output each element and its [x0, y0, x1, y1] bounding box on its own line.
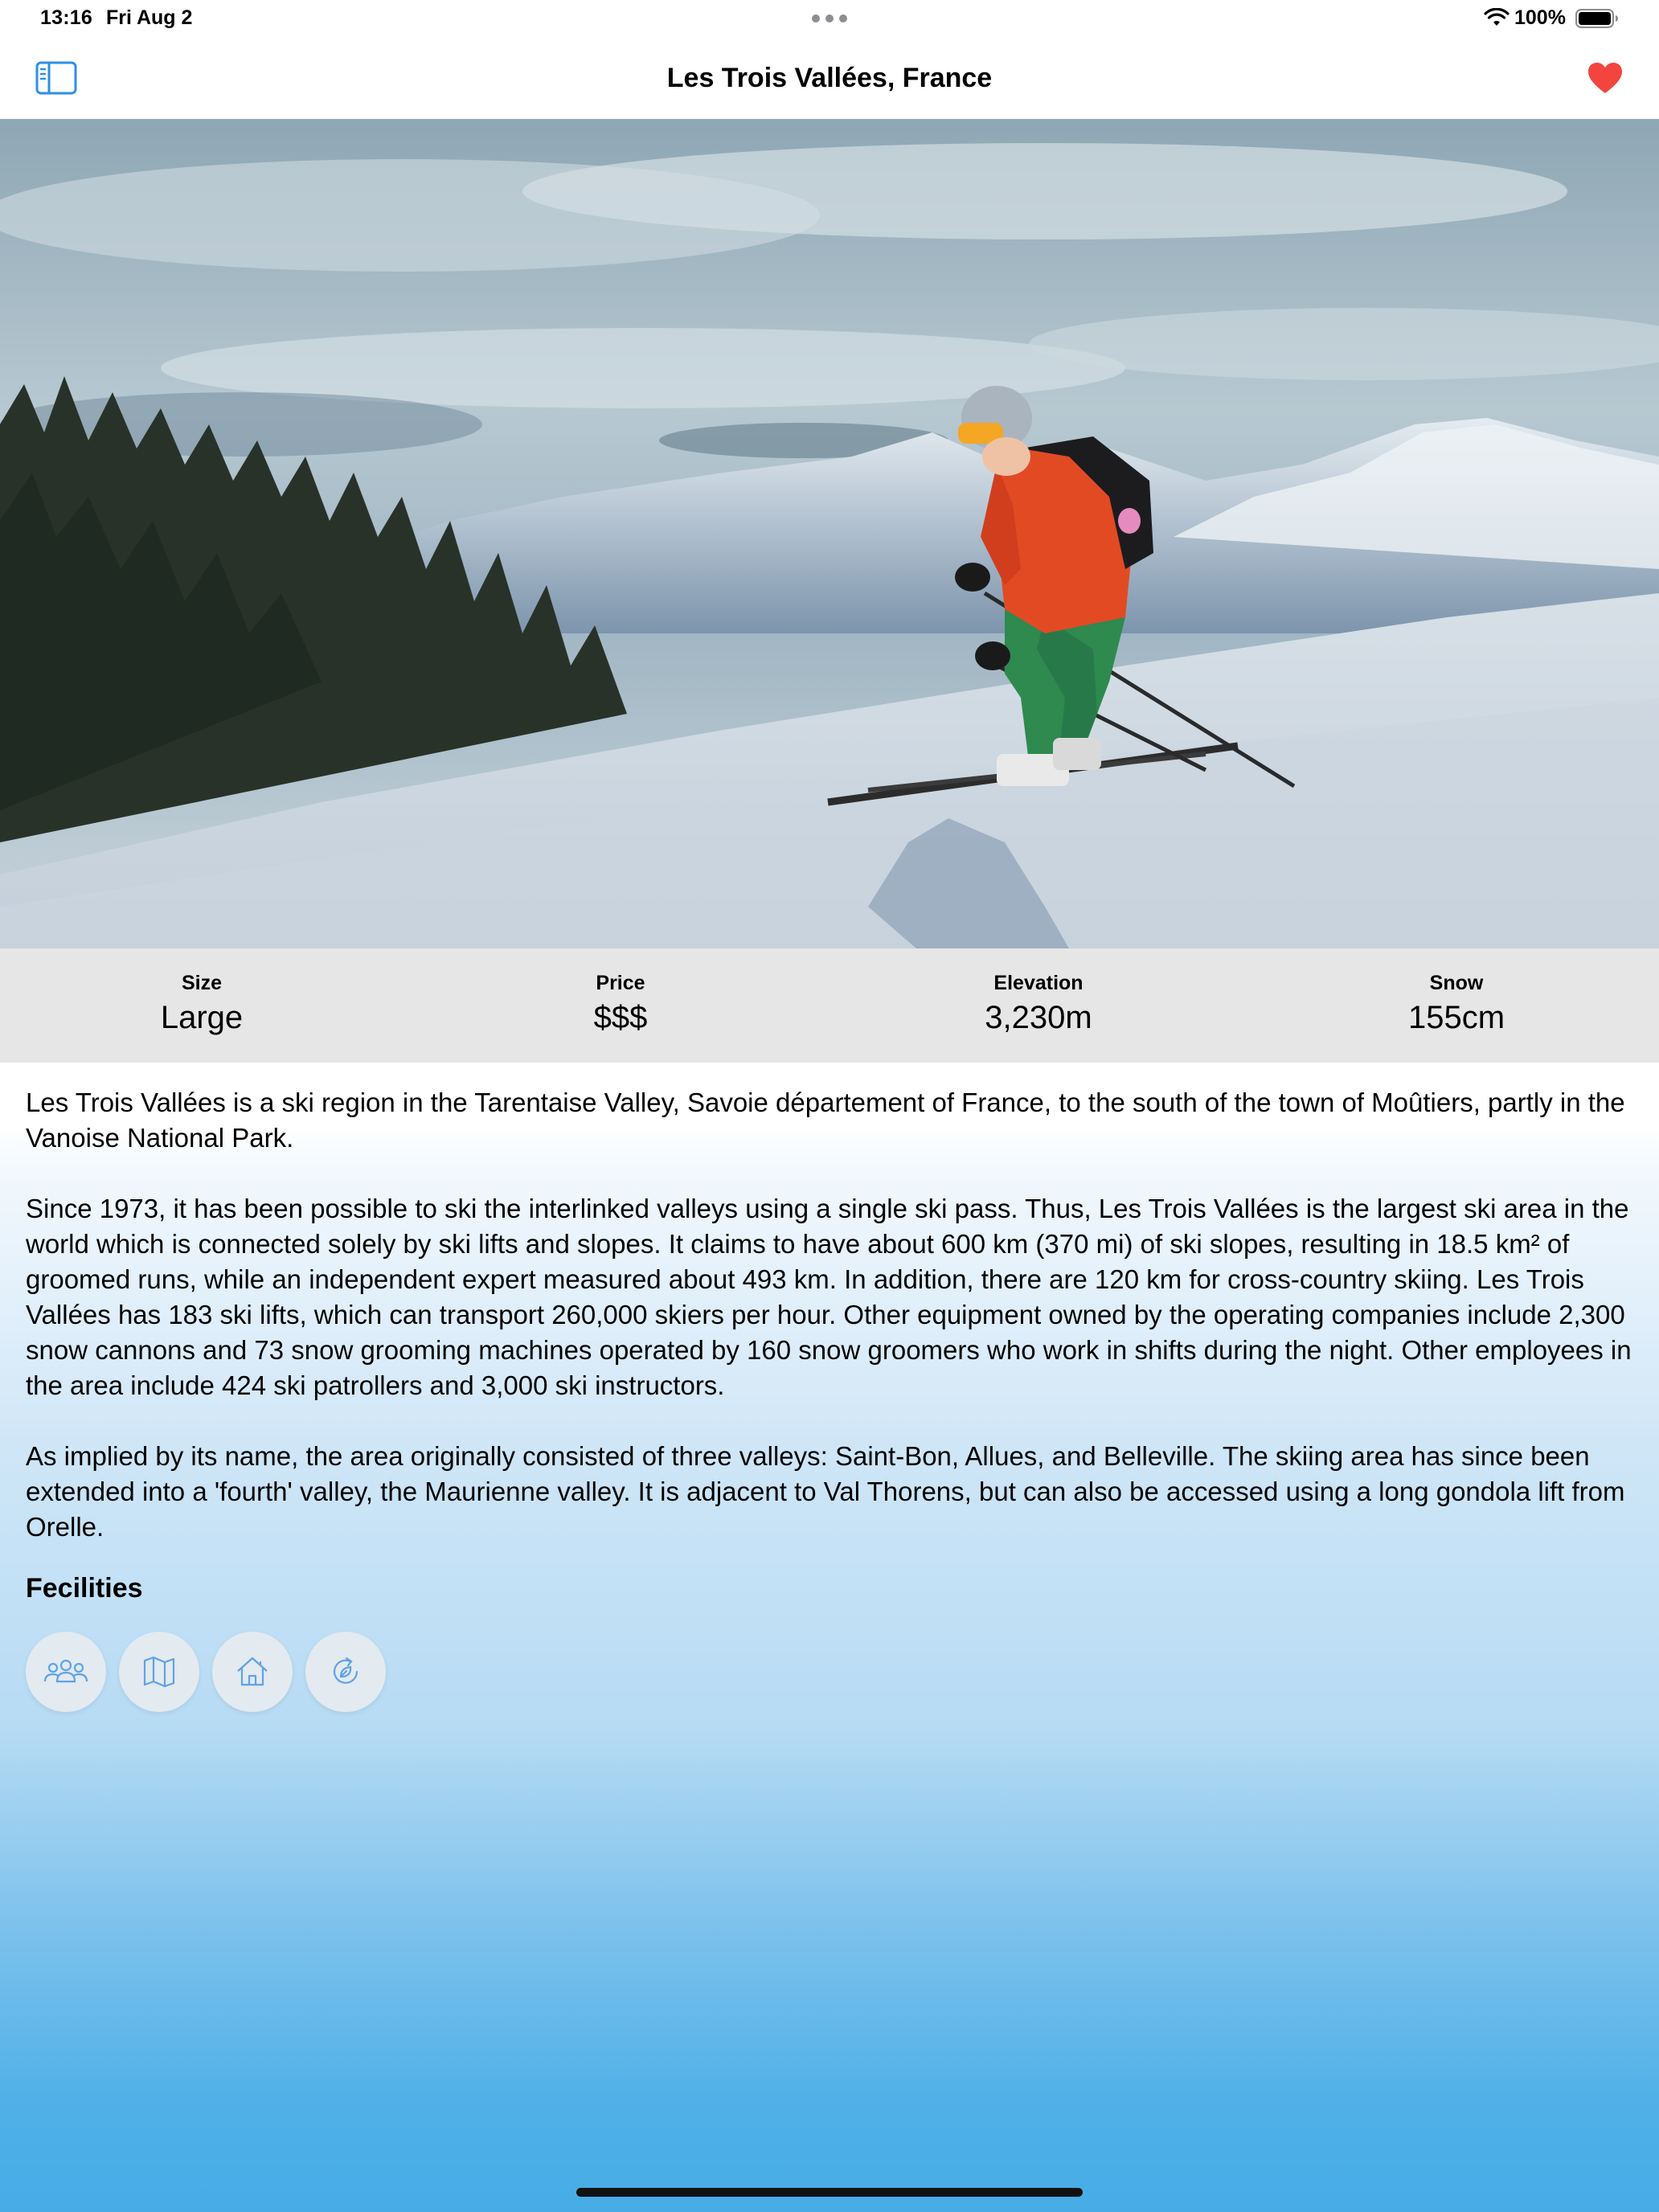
stat-value: Large — [160, 1000, 244, 1035]
facility-eco-button[interactable] — [305, 1632, 386, 1712]
stat-value: 155cm — [1407, 1000, 1505, 1035]
hero-photo — [0, 119, 1659, 948]
facility-map-button[interactable] — [119, 1632, 199, 1712]
eco-cycle-icon — [333, 1657, 358, 1684]
status-time: 13:16 — [40, 6, 92, 29]
stat-price: Price $$$ — [460, 971, 781, 1037]
map-icon — [143, 1656, 175, 1688]
navigation-bar: Les Trois Vallées, France — [0, 39, 1659, 119]
battery-percentage: 100% — [1514, 6, 1566, 29]
house-icon — [237, 1657, 268, 1686]
facility-house-button[interactable] — [212, 1632, 293, 1712]
stat-label: Price — [596, 972, 645, 994]
stat-value: 3,230m — [985, 1000, 1092, 1035]
resort-description: Les Trois Vallées is a ski region in the… — [26, 1085, 1641, 1580]
skier-photo — [0, 119, 1659, 948]
facilities-title: Fecilities — [26, 1573, 143, 1604]
stat-label: Elevation — [993, 972, 1083, 994]
description-paragraph: Since 1973, it has been possible to ski … — [26, 1194, 1632, 1400]
stat-label: Snow — [1429, 972, 1484, 994]
stat-elevation: Elevation 3,230m — [878, 971, 1199, 1037]
facilities-row — [26, 1632, 399, 1712]
status-date: Fri Aug 2 — [106, 6, 193, 29]
facility-people-button[interactable] — [26, 1632, 106, 1712]
heart-filled-icon[interactable] — [1587, 61, 1624, 95]
wifi-icon — [1484, 8, 1509, 26]
stat-label: Size — [181, 972, 223, 994]
description-paragraph: Les Trois Vallées is a ski region in the… — [26, 1088, 1625, 1153]
resort-stats: Size Large Price $$$ Elevation 3,230m Sn… — [0, 948, 1659, 1063]
home-indicator[interactable] — [576, 2188, 1083, 2197]
people-icon — [43, 1659, 88, 1683]
stat-size: Size Large — [41, 971, 363, 1037]
status-bar: 13:16 Fri Aug 2 100% — [0, 0, 1659, 39]
stat-snow: Snow 155cm — [1296, 971, 1617, 1037]
battery-icon — [1575, 9, 1618, 28]
stat-value: $$$ — [593, 1000, 648, 1035]
multitasking-dots-icon[interactable] — [812, 14, 847, 23]
page-title: Les Trois Vallées, France — [666, 63, 993, 93]
description-paragraph: As implied by its name, the area origina… — [26, 1441, 1625, 1542]
